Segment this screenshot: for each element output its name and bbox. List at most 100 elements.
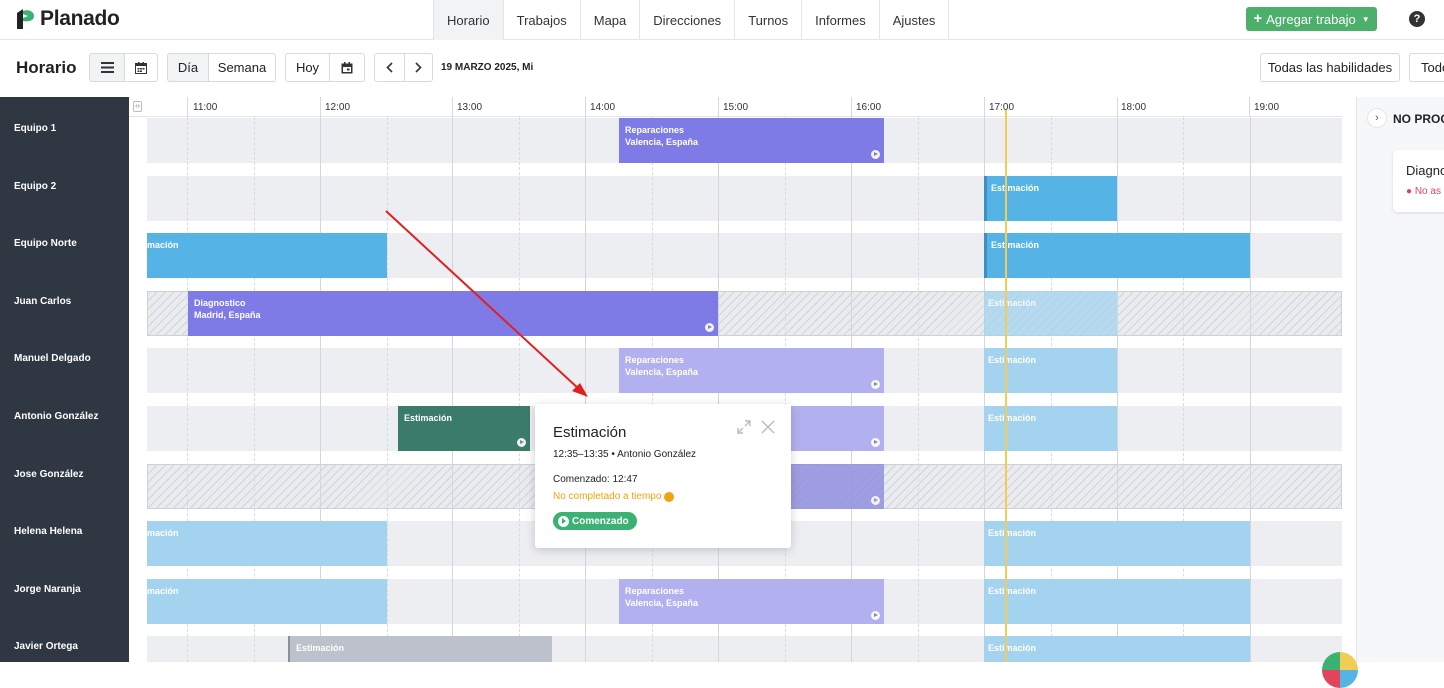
hour-tick [718, 97, 719, 117]
hour-label: 13:00 [457, 102, 483, 113]
job-block-started[interactable]: Estimación [398, 406, 530, 451]
play-icon [517, 438, 526, 447]
job-block[interactable]: Estimación [984, 406, 1117, 451]
job-block[interactable]: Reparaciones Valencia, España [619, 579, 884, 624]
hour-tick [585, 97, 586, 117]
caret-down-icon: ▼ [1361, 14, 1370, 24]
expand-icon[interactable] [737, 420, 751, 434]
nav-informes[interactable]: Informes [801, 0, 879, 40]
job-title: Estimación [988, 643, 1037, 653]
status-badge: Comenzado [553, 512, 637, 530]
week-view-button[interactable]: Semana [208, 53, 276, 82]
job-block[interactable]: Reparaciones Valencia, España [619, 118, 884, 163]
job-details-popup: Estimación 12:35–13:35 • Antonio Gonzále… [535, 404, 791, 548]
popup-time-assignee: 12:35–13:35 • Antonio González [553, 449, 697, 460]
job-address: Valencia, España [625, 598, 699, 608]
clock-warning-icon [664, 491, 675, 502]
job-title: Estimación [296, 643, 345, 653]
add-job-label: Agregar trabajo [1266, 11, 1356, 27]
nav-trabajos[interactable]: Trabajos [502, 0, 580, 40]
resource-label[interactable]: Antonio González [14, 411, 98, 422]
job-block[interactable]: Estimación [984, 579, 1250, 624]
hour-label: 11:00 [193, 102, 218, 113]
calendar-view-button[interactable] [124, 53, 158, 82]
job-title: Reparaciones [625, 355, 685, 365]
popup-started-at: Comenzado: 12:47 [553, 474, 638, 485]
prev-day-button[interactable] [374, 53, 405, 82]
page-title: Horario [16, 58, 77, 77]
resource-label[interactable]: Javier Ortega [14, 641, 78, 652]
chevron-right-icon[interactable]: › [1367, 108, 1387, 128]
today-button[interactable]: Hoy [285, 53, 330, 82]
hour-label: 17:00 [989, 102, 1015, 113]
all-filter-button[interactable]: Todo [1409, 53, 1444, 82]
grid-line [452, 117, 453, 662]
add-job-button[interactable]: + Agregar trabajo ▼ [1246, 7, 1377, 31]
play-icon [871, 496, 880, 505]
job-block[interactable]: mación [147, 233, 387, 278]
schedule-toolbar: Horario Día Semana Hoy 19 MARZO 2025, Mi… [0, 40, 1444, 97]
grid-line [387, 117, 388, 662]
nav-mapa[interactable]: Mapa [579, 0, 640, 40]
resource-column: Equipo 1 Equipo 2 Equipo Norte Juan Carl… [0, 97, 129, 662]
job-title: mación [147, 240, 179, 250]
chevron-left-icon [386, 62, 393, 73]
hour-label: 19:00 [1254, 102, 1280, 113]
popup-actions [737, 420, 775, 434]
job-title: Reparaciones [625, 125, 685, 135]
job-block[interactable]: Estimación [288, 636, 552, 662]
job-block[interactable]: Diagnostico Madrid, España [188, 291, 718, 336]
job-block[interactable]: Estimación [984, 291, 1117, 336]
brand-logo[interactable]: Planado [14, 7, 120, 31]
job-block[interactable]: mación [147, 521, 387, 566]
job-block[interactable]: Reparaciones Valencia, España [619, 348, 884, 393]
play-icon [871, 150, 880, 159]
nav-turnos[interactable]: Turnos [734, 0, 801, 40]
job-block[interactable]: Estimación [984, 636, 1250, 662]
resource-label[interactable]: Equipo Norte [14, 238, 77, 249]
skills-filter-button[interactable]: Todas las habilidades [1260, 53, 1400, 82]
resource-label[interactable]: Juan Carlos [14, 296, 71, 307]
hour-tick [851, 97, 852, 117]
next-day-button[interactable] [404, 53, 433, 82]
nav-horario[interactable]: Horario [433, 0, 503, 40]
unassigned-label: ● No as [1406, 186, 1441, 197]
user-icon: ● [1406, 186, 1413, 197]
grid-line [585, 117, 586, 662]
hour-tick [187, 97, 188, 117]
timeline-right-gutter [1342, 97, 1356, 662]
resource-label[interactable]: Manuel Delgado [14, 353, 91, 364]
close-icon[interactable] [761, 420, 775, 434]
job-block[interactable]: Estimación [984, 348, 1117, 393]
unscheduled-job-card[interactable]: Diagno ● No as [1393, 150, 1444, 212]
job-title: Reparaciones [625, 586, 685, 596]
resource-label[interactable]: Jorge Naranja [14, 584, 81, 595]
status-text: Comenzado [572, 515, 629, 527]
job-block[interactable]: Estimación [984, 233, 1250, 278]
hour-tick [1249, 97, 1250, 117]
list-view-button[interactable] [89, 53, 125, 82]
chart-widget-icon[interactable] [1322, 652, 1358, 688]
hour-label: 12:00 [325, 102, 351, 113]
help-icon[interactable]: ? [1409, 11, 1425, 27]
collapse-left-icon[interactable]: ‹› [133, 101, 142, 112]
current-date: 19 MARZO 2025, Mi [441, 62, 534, 73]
job-title: Estimación [988, 528, 1037, 538]
resource-label[interactable]: Helena Helena [14, 526, 82, 537]
job-block[interactable]: mación [147, 579, 387, 624]
nav-ajustes[interactable]: Ajustes [878, 0, 950, 40]
job-block[interactable]: Estimación [984, 176, 1117, 221]
schedule-row[interactable] [147, 176, 1342, 221]
play-icon [871, 380, 880, 389]
job-block[interactable]: Estimación [984, 521, 1250, 566]
resource-label[interactable]: Jose González [14, 469, 83, 480]
resource-label[interactable]: Equipo 1 [14, 123, 56, 134]
date-picker-button[interactable] [329, 53, 365, 82]
nav-direcciones[interactable]: Direcciones [639, 0, 734, 40]
job-title: Diagnostico [194, 298, 246, 308]
unassigned-text: No as [1414, 186, 1441, 197]
resource-label[interactable]: Equipo 2 [14, 181, 56, 192]
day-view-button[interactable]: Día [167, 53, 209, 82]
hour-tick [320, 97, 321, 117]
job-title: Estimación [404, 413, 453, 423]
